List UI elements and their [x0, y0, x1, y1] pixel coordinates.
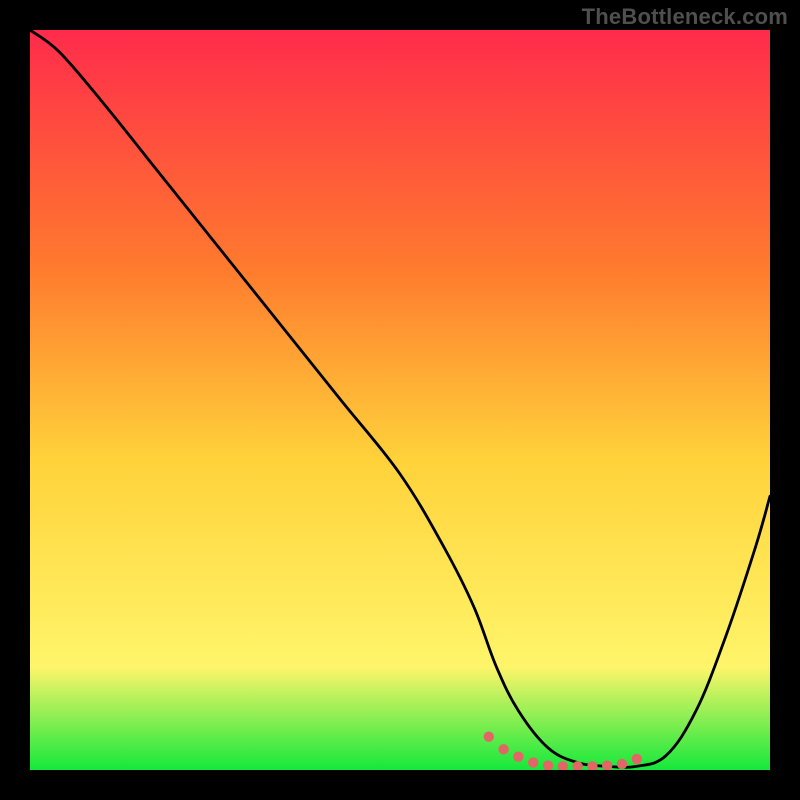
gradient-background — [30, 30, 770, 770]
plot-area — [30, 30, 770, 770]
chart-frame: TheBottleneck.com — [0, 0, 800, 800]
marker-dot — [513, 752, 523, 762]
marker-dot — [528, 757, 538, 767]
chart-svg — [30, 30, 770, 770]
marker-dot — [498, 744, 508, 754]
watermark-text: TheBottleneck.com — [582, 4, 788, 30]
marker-dot — [484, 732, 494, 742]
marker-dot — [617, 759, 627, 769]
marker-dot — [632, 754, 642, 764]
